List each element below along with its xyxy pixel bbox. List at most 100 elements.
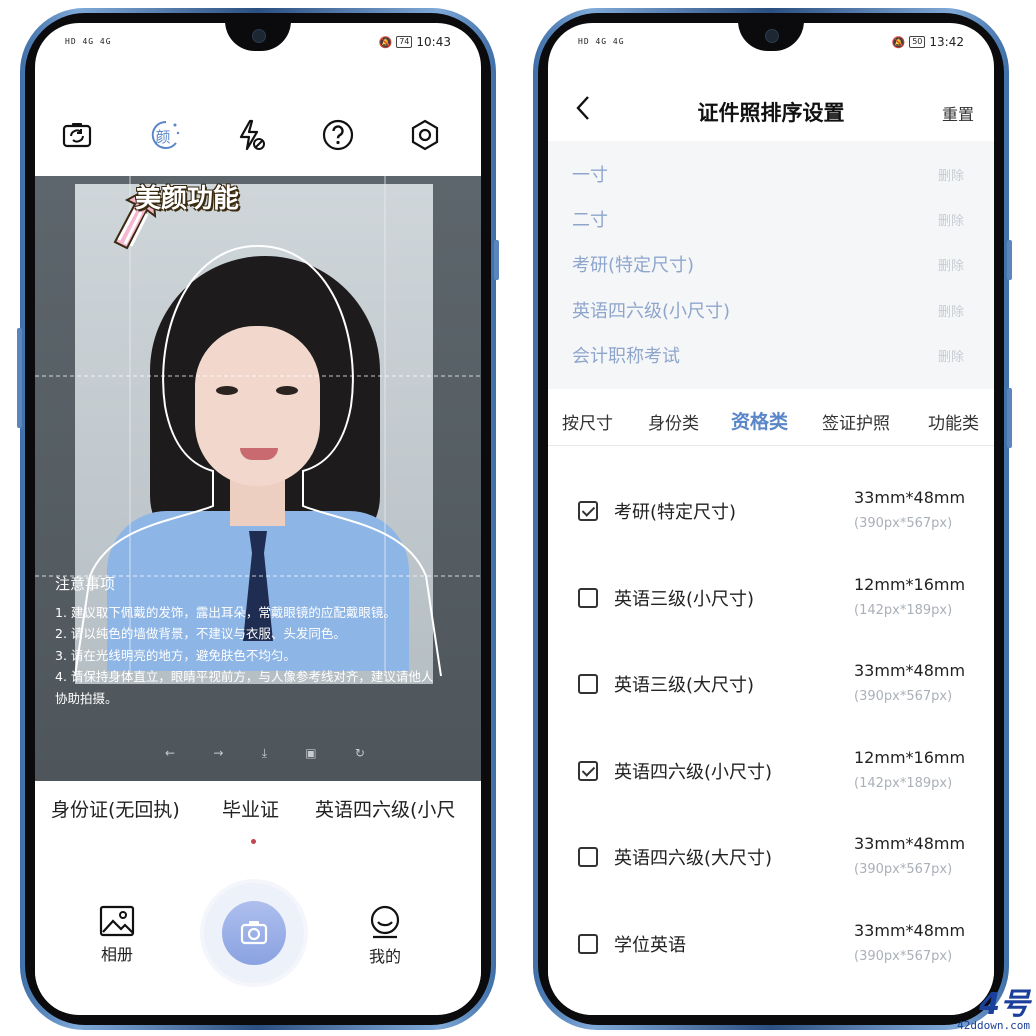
mine-button[interactable]: 我的 [367, 905, 403, 967]
order-item-label: 会计职称考试 [572, 346, 680, 367]
front-camera [765, 29, 779, 43]
signal-indicator: HD 4G 4G [578, 37, 625, 46]
front-camera [252, 29, 266, 43]
mute-icon: 🔕 [378, 35, 393, 49]
note-item: 1. 建议取下佩戴的发饰，露出耳朵，常戴眼镜的应配戴眼镜。 [55, 604, 396, 620]
order-item-label: 二寸 [572, 210, 608, 231]
size-px: (390px*567px) [854, 949, 953, 964]
site-watermark: 4号 42ddown.com [957, 990, 1030, 1033]
size-option-row[interactable]: 英语三级(小尺寸) 12mm*16mm (142px*189px) [548, 566, 994, 652]
order-item-label: 考研(特定尺寸) [572, 255, 695, 276]
volume-button [494, 240, 499, 280]
mode-indicator-dot [251, 839, 256, 844]
size-option-row[interactable]: 考研(特定尺寸) 33mm*48mm (390px*567px) [548, 479, 994, 565]
power-button [17, 328, 22, 428]
tab-qualification[interactable]: 资格类 [731, 407, 788, 434]
selected-order-list: 一寸 删除 二寸 删除 考研(特定尺寸) 删除 英语四六级(小尺寸) 删除 会计… [548, 141, 994, 389]
page-title: 证件照排序设置 [697, 101, 845, 125]
help-icon[interactable] [320, 117, 356, 153]
size-option-row[interactable]: 英语四六级(大尺寸) 33mm*48mm (390px*567px) [548, 825, 994, 911]
volume-button [1007, 240, 1012, 280]
notes-panel: 注意事项 1. 建议取下佩戴的发饰，露出耳朵，常戴眼镜的应配戴眼镜。 2. 请以… [55, 574, 435, 709]
signal-indicator: HD 4G 4G [65, 37, 112, 46]
size-option-row[interactable]: 学位英语 33mm*48mm (390px*567px) [548, 912, 994, 998]
size-mm: 12mm*16mm [854, 748, 966, 767]
size-name: 英语三级(大尺寸) [614, 675, 755, 696]
size-mm: 33mm*48mm [854, 834, 966, 853]
order-item[interactable]: 英语四六级(小尺寸) 删除 [572, 293, 964, 325]
size-px: (390px*567px) [854, 862, 953, 877]
beauty-feature-callout: 美颜功能 [135, 184, 240, 214]
camera-icon [240, 921, 268, 945]
flash-off-icon[interactable] [233, 117, 269, 153]
size-name: 学位英语 [614, 935, 686, 956]
note-item: 2. 请以纯色的墙做背景，不建议与衣服、头发同色。 [55, 626, 346, 641]
back-arrow-icon[interactable]: ← [165, 746, 175, 761]
right-screen: HD 4G 4G 🔕 50 13:42 证件照排序设置 重置 一寸 删除 二寸 … [548, 23, 994, 1015]
size-px: (390px*567px) [854, 516, 953, 531]
size-mm: 33mm*48mm [854, 661, 966, 680]
shutter-button[interactable] [204, 883, 304, 983]
rotate-icon[interactable]: ↻ [355, 746, 365, 761]
profile-icon [370, 905, 400, 939]
camera-toolbar: 颜 [35, 103, 481, 163]
forward-arrow-icon[interactable]: → [213, 746, 223, 761]
watermark-url: 42ddown.com [957, 1019, 1030, 1032]
size-mm: 12mm*16mm [854, 575, 966, 594]
size-option-row[interactable]: 英语三级(大尺寸) 33mm*48mm (390px*567px) [548, 652, 994, 738]
size-px: (142px*189px) [854, 603, 953, 618]
beauty-icon[interactable]: 颜 [146, 117, 182, 153]
delete-button[interactable]: 删除 [938, 301, 964, 320]
order-item[interactable]: 二寸 删除 [572, 202, 964, 234]
battery-indicator: 50 [909, 36, 926, 48]
size-px: (390px*567px) [854, 689, 953, 704]
tab-function[interactable]: 功能类 [928, 409, 979, 434]
album-icon [99, 905, 135, 937]
page-header: 证件照排序设置 重置 [548, 83, 994, 139]
delete-button[interactable]: 删除 [938, 165, 964, 184]
checkbox[interactable] [578, 588, 598, 608]
camera-viewfinder[interactable]: 美颜功能 注意事项 1. 建议取下佩戴的发饰，露出耳朵，常戴眼镜的应配戴眼镜。 … [35, 176, 481, 781]
shutter-inner [222, 901, 286, 965]
order-item-label: 一寸 [572, 165, 608, 186]
battery-indicator: 74 [396, 36, 413, 48]
album-button[interactable]: 相册 [99, 905, 135, 965]
size-mm: 33mm*48mm [854, 488, 966, 507]
left-screen: HD 4G 4G 🔕 74 10:43 颜 美颜功能 注意事项 1. 建议取下佩… [35, 23, 481, 1015]
viewfinder-controls: ← → ⤓ ▣ ↻ [165, 746, 365, 761]
size-name: 英语四六级(大尺寸) [614, 848, 773, 869]
tab-visa-passport[interactable]: 签证护照 [822, 409, 890, 434]
size-name: 考研(特定尺寸) [614, 502, 737, 523]
notes-title: 注意事项 [55, 575, 116, 593]
size-mm: 33mm*48mm [854, 921, 966, 940]
album-label: 相册 [100, 945, 133, 964]
order-item[interactable]: 会计职称考试 删除 [572, 338, 964, 370]
settings-icon[interactable] [407, 117, 443, 153]
order-item-label: 英语四六级(小尺寸) [572, 301, 731, 322]
checkbox[interactable] [578, 501, 598, 521]
checkbox[interactable] [578, 674, 598, 694]
tab-by-size[interactable]: 按尺寸 [562, 409, 613, 434]
status-time: 13:42 [929, 35, 964, 49]
status-time: 10:43 [416, 35, 451, 49]
delete-button[interactable]: 删除 [938, 346, 964, 365]
order-item[interactable]: 考研(特定尺寸) 删除 [572, 247, 964, 279]
mode-cet[interactable]: 英语四六级(小尺 [315, 795, 455, 822]
camera-switch-icon[interactable] [59, 117, 95, 153]
delete-button[interactable]: 删除 [938, 255, 964, 274]
mode-graduation[interactable]: 毕业证 [222, 795, 279, 822]
mode-id-card[interactable]: 身份证(无回执) [51, 795, 180, 822]
mute-icon: 🔕 [891, 35, 906, 49]
crop-icon[interactable]: ▣ [305, 746, 316, 761]
download-icon[interactable]: ⤓ [262, 746, 267, 761]
reset-button[interactable]: 重置 [942, 101, 974, 125]
checkbox[interactable] [578, 761, 598, 781]
size-option-row[interactable]: 英语四六级(小尺寸) 12mm*16mm (142px*189px) [548, 739, 994, 825]
checkbox[interactable] [578, 934, 598, 954]
checkbox[interactable] [578, 847, 598, 867]
tab-identity[interactable]: 身份类 [648, 409, 699, 434]
size-name: 英语三级(小尺寸) [614, 589, 755, 610]
left-phone-frame: HD 4G 4G 🔕 74 10:43 颜 美颜功能 注意事项 1. 建议取下佩… [17, 8, 499, 1030]
order-item[interactable]: 一寸 删除 [572, 157, 964, 189]
delete-button[interactable]: 删除 [938, 210, 964, 229]
